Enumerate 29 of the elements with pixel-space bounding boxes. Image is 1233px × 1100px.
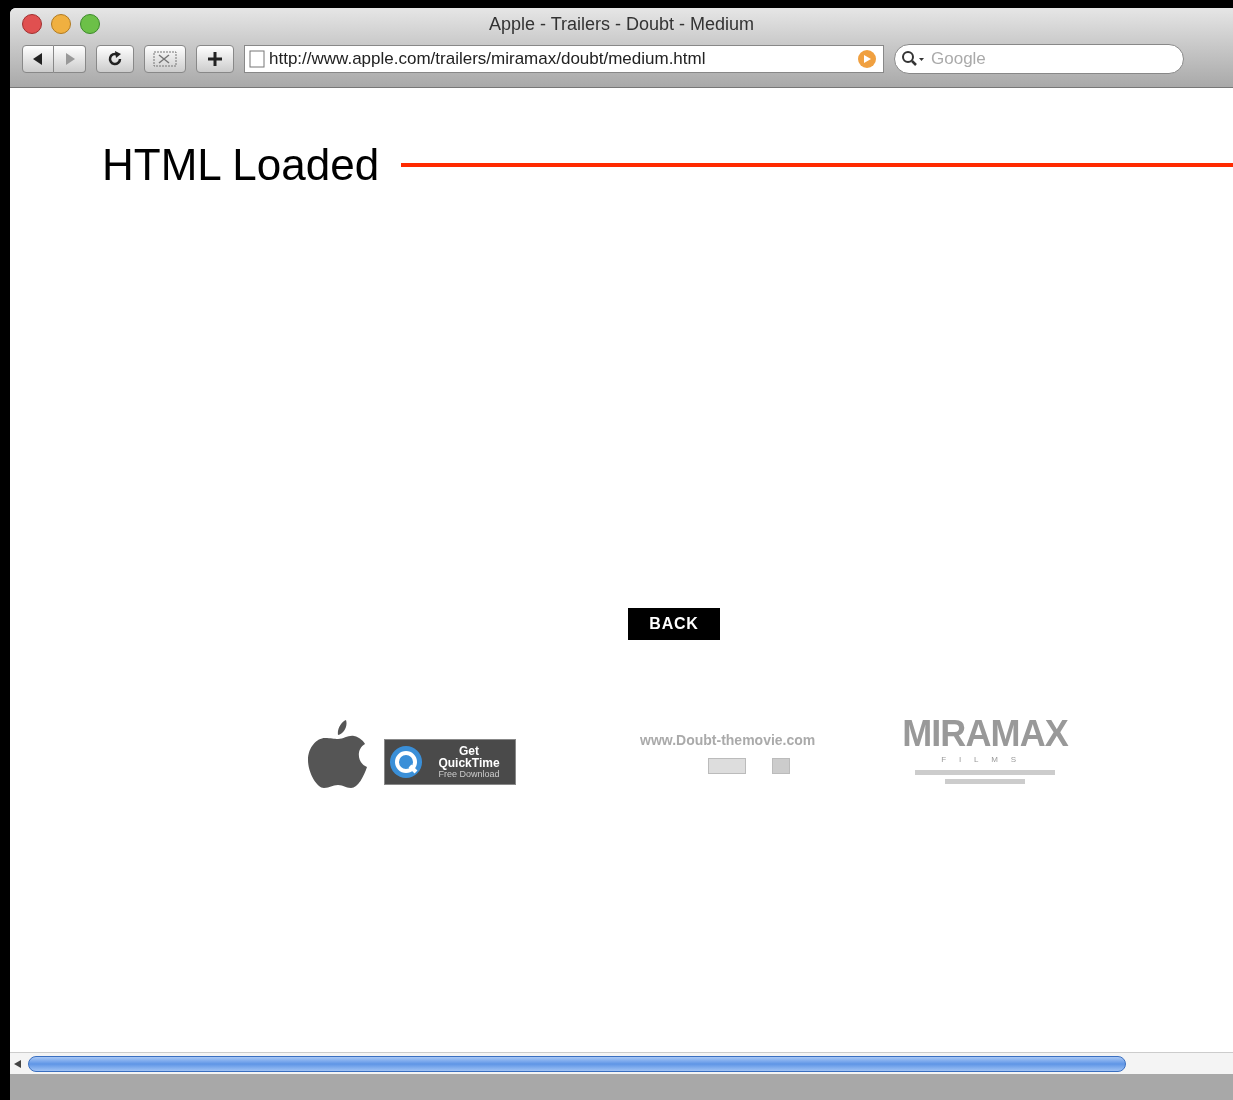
back-icon bbox=[33, 53, 43, 65]
apple-logo-icon bbox=[308, 718, 368, 790]
badge-text: QuickTime bbox=[438, 757, 500, 770]
reload-button[interactable] bbox=[96, 45, 134, 73]
quicktime-badge[interactable]: Get QuickTime Free Download bbox=[384, 739, 516, 785]
horizontal-scrollbar[interactable] bbox=[10, 1052, 1233, 1074]
page-icon bbox=[249, 50, 265, 68]
studio-logo-subtitle: FILMS bbox=[941, 754, 1029, 766]
plus-icon bbox=[208, 52, 222, 66]
back-button[interactable] bbox=[22, 45, 54, 73]
back-link-button[interactable]: BACK bbox=[628, 608, 720, 640]
snippet-button[interactable] bbox=[144, 45, 186, 73]
reload-icon bbox=[107, 51, 123, 67]
zoom-button[interactable] bbox=[80, 14, 100, 34]
search-icon bbox=[901, 50, 925, 68]
add-bookmark-button[interactable] bbox=[196, 45, 234, 73]
window-title: Apple - Trailers - Doubt - Medium bbox=[488, 12, 755, 36]
minimize-button[interactable] bbox=[51, 14, 71, 34]
badge-text: Get bbox=[459, 744, 479, 758]
close-button[interactable] bbox=[22, 14, 42, 34]
search-field[interactable]: Google bbox=[894, 44, 1184, 74]
studio-logo: MIRAMAX bbox=[902, 716, 1068, 752]
forward-icon bbox=[64, 53, 75, 65]
address-field[interactable]: http://www.apple.com/trailers/miramax/doubt/medium.html bbox=[244, 45, 884, 73]
scroll-left-icon[interactable] bbox=[14, 1059, 22, 1068]
annotation-label: HTML Loaded bbox=[102, 139, 380, 191]
badge-text: Free Download bbox=[438, 769, 500, 780]
scrollbar-thumb[interactable] bbox=[28, 1055, 1126, 1072]
quicktime-icon bbox=[389, 745, 423, 779]
